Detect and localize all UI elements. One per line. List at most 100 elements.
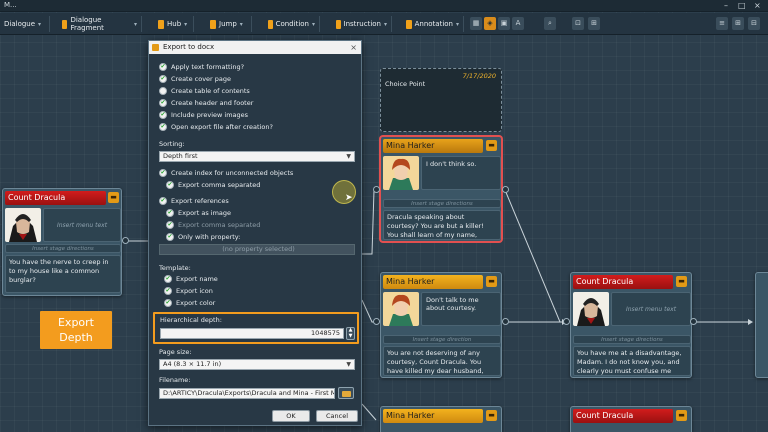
option-export-color[interactable]: ✔ Export color xyxy=(164,299,215,307)
option-label: Create header and footer xyxy=(171,99,254,107)
menu-text-field[interactable]: Insert menu text xyxy=(43,208,121,242)
arrowhead xyxy=(748,319,753,325)
output-pin[interactable] xyxy=(690,318,697,325)
speaker-header: Mina Harker xyxy=(383,409,483,423)
option-label: Export as image xyxy=(178,209,232,217)
menu-text-field[interactable]: Insert menu text xyxy=(611,292,691,326)
option-apply-formatting[interactable]: ✔ Apply text formatting? xyxy=(159,63,244,71)
dialogue-node-mina-mid[interactable]: Mina Harker ▬ Don't talk to me about cou… xyxy=(380,272,502,378)
option-refs-image[interactable]: ✔ Export as image xyxy=(166,209,231,217)
option-references[interactable]: ✔ Export references xyxy=(159,197,229,205)
speech-bubble-icon: ▬ xyxy=(676,410,687,421)
dialogue-node-dracula-bottom[interactable]: Count Dracula ▬ xyxy=(570,406,692,432)
speech-bubble-icon: ▬ xyxy=(486,140,497,151)
checkbox-icon[interactable]: ✔ xyxy=(164,275,172,283)
page-size-value: A4 (8.3 × 11.7 in) xyxy=(163,360,222,368)
checkbox-icon[interactable]: ✔ xyxy=(159,169,167,177)
checkbox-icon[interactable]: ✔ xyxy=(159,75,167,83)
stage-directions-field[interactable]: Insert stage directions xyxy=(383,199,501,208)
option-refs-property[interactable]: ✔ Only with property: xyxy=(166,233,240,241)
hierarchical-depth-group: Hierarchical depth: 1048575 ▲ ▼ xyxy=(153,312,359,344)
checkbox-icon[interactable]: ✔ xyxy=(159,111,167,119)
input-pin[interactable] xyxy=(373,318,380,325)
choice-point-annotation[interactable]: 7/17/2020 Choice Point xyxy=(380,68,502,132)
dracula-avatar xyxy=(5,208,41,242)
speech-bubble-icon: ▬ xyxy=(486,410,497,421)
close-icon[interactable]: × xyxy=(350,41,357,54)
page-size-label: Page size: xyxy=(159,348,192,356)
checkbox-icon[interactable]: ✔ xyxy=(159,63,167,71)
dialogue-line[interactable]: Don't talk to me about courtesy. xyxy=(421,292,501,326)
dialogue-text[interactable]: You have me at a disadvantage, Madam. I … xyxy=(573,346,691,376)
checkbox-icon[interactable]: ✔ xyxy=(159,197,167,205)
option-toc[interactable]: ✔ Create table of contents xyxy=(159,87,250,95)
ok-button[interactable]: OK xyxy=(272,410,310,422)
checkbox-icon[interactable]: ✔ xyxy=(166,233,174,241)
option-label: Create table of contents xyxy=(171,87,250,95)
option-label: Export comma separated xyxy=(178,181,261,189)
option-open-after[interactable]: ✔ Open export file after creation? xyxy=(159,123,273,131)
template-label: Template: xyxy=(159,264,191,272)
annotation-date: 7/17/2020 xyxy=(462,72,496,80)
option-label: Create index for unconnected objects xyxy=(171,169,294,177)
stage-directions-field[interactable]: Insert stage directions xyxy=(573,335,691,344)
option-header-footer[interactable]: ✔ Create header and footer xyxy=(159,99,253,107)
dialogue-line[interactable]: I don't think so. xyxy=(421,156,501,190)
stage-directions-field[interactable]: Insert stage direction xyxy=(383,335,501,344)
option-index-comma[interactable]: ✔ Export comma separated xyxy=(166,181,260,189)
dialogue-node-mina-top[interactable]: Mina Harker ▬ I don't think so. Insert s… xyxy=(380,136,502,242)
input-pin[interactable] xyxy=(373,186,380,193)
dialogue-node-mina-bottom[interactable]: Mina Harker ▬ xyxy=(380,406,502,432)
checkbox-icon[interactable]: ✔ xyxy=(164,287,172,295)
checkbox-icon[interactable]: ✔ xyxy=(159,123,167,131)
wire-to-mina-bottom xyxy=(361,403,377,421)
speaker-header: Mina Harker xyxy=(383,275,483,289)
sorting-select[interactable]: Depth first ▼ xyxy=(159,151,355,162)
dialogue-node-dracula-right[interactable]: Count Dracula ▬ Insert menu text Insert … xyxy=(570,272,692,378)
property-select[interactable]: (no property selected) xyxy=(159,244,355,255)
depth-label: Hierarchical depth: xyxy=(160,316,222,324)
page-size-select[interactable]: A4 (8.3 × 11.7 in) ▼ xyxy=(159,359,355,370)
checkbox-icon[interactable]: ✔ xyxy=(166,221,174,229)
option-label: Export icon xyxy=(176,287,213,295)
filename-input[interactable]: D:\ARTICY\Dracula\Exports\Dracula and Mi… xyxy=(159,388,335,399)
option-cover-page[interactable]: ✔ Create cover page xyxy=(159,75,231,83)
input-pin[interactable] xyxy=(563,318,570,325)
dialogue-node-offscreen[interactable] xyxy=(755,272,768,378)
checkbox-icon[interactable]: ✔ xyxy=(164,299,172,307)
dracula-avatar xyxy=(573,292,609,326)
checkbox-icon[interactable]: ✔ xyxy=(159,99,167,107)
option-preview-images[interactable]: ✔ Include preview images xyxy=(159,111,248,119)
dialogue-text[interactable]: You have the nerve to creep in to my hou… xyxy=(5,255,121,293)
mouse-cursor-icon: ➤ xyxy=(345,193,353,203)
mina-avatar xyxy=(383,156,419,190)
stage-directions-field[interactable]: Insert stage directions xyxy=(5,244,121,253)
option-label: Include preview images xyxy=(171,111,249,119)
dialog-title-bar: Export to docx × xyxy=(149,41,361,54)
dialogue-node-dracula-left[interactable]: Count Dracula ▬ Insert menu text Insert … xyxy=(2,188,122,296)
option-refs-comma[interactable]: ✔ Export comma separated xyxy=(166,221,260,229)
sorting-label: Sorting: xyxy=(159,140,185,148)
sorting-value: Depth first xyxy=(163,152,198,160)
option-export-name[interactable]: ✔ Export name xyxy=(164,275,218,283)
depth-stepper[interactable]: ▲ ▼ xyxy=(346,327,355,340)
output-pin[interactable] xyxy=(122,237,129,244)
callout-line-2: Depth xyxy=(59,331,93,344)
option-export-icon[interactable]: ✔ Export icon xyxy=(164,287,213,295)
checkbox-icon[interactable]: ✔ xyxy=(159,87,167,95)
checkbox-icon[interactable]: ✔ xyxy=(166,181,174,189)
output-pin[interactable] xyxy=(502,318,509,325)
wire-mina-top-to-dracula xyxy=(504,189,566,323)
dialogue-text[interactable]: You are not deserving of any courtesy, C… xyxy=(383,346,501,376)
browse-folder-button[interactable] xyxy=(338,387,354,399)
dialogue-text[interactable]: Dracula speaking about courtesy? You are… xyxy=(383,210,501,240)
option-label: Export name xyxy=(176,275,218,283)
checkbox-icon[interactable]: ✔ xyxy=(166,209,174,217)
option-index[interactable]: ✔ Create index for unconnected objects xyxy=(159,169,293,177)
property-placeholder: (no property selected) xyxy=(222,245,295,253)
speech-bubble-icon: ▬ xyxy=(486,276,497,287)
speech-bubble-icon: ▬ xyxy=(676,276,687,287)
output-pin[interactable] xyxy=(502,186,509,193)
depth-input[interactable]: 1048575 xyxy=(160,328,344,339)
cancel-button[interactable]: Cancel xyxy=(316,410,358,422)
